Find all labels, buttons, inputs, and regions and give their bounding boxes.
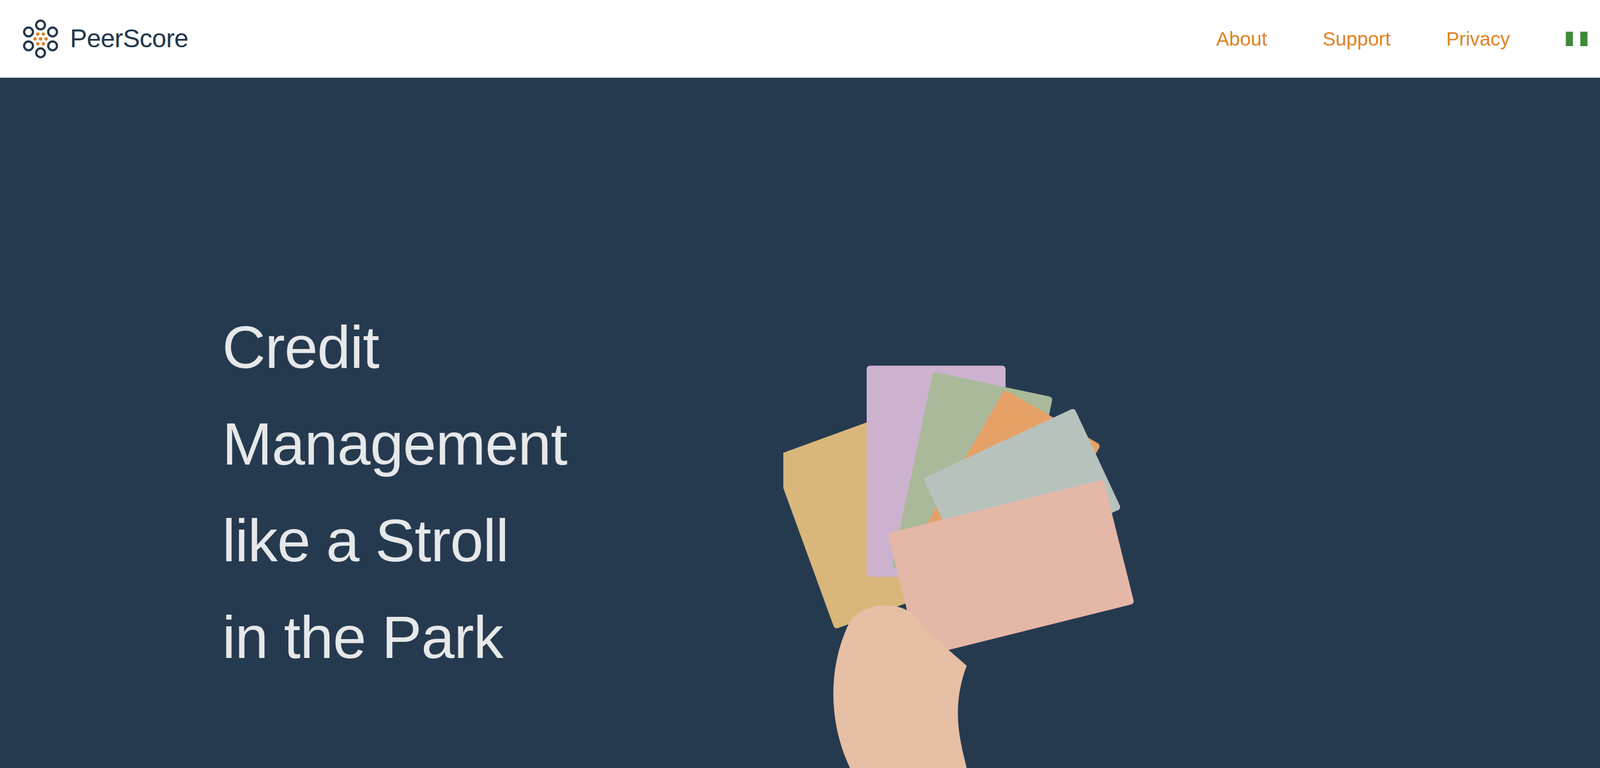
nav-list: About Support Privacy xyxy=(1216,23,1510,54)
nav-link[interactable]: Support xyxy=(1322,23,1392,54)
nav-link[interactable]: Privacy xyxy=(1446,23,1510,54)
hero-section: CreditManagementlike a Strollin the Park xyxy=(0,77,1600,768)
main-nav: About Support Privacy xyxy=(1216,23,1588,54)
hero-title-line: in the Park xyxy=(222,588,784,686)
hero-title-line: Credit xyxy=(222,298,784,396)
logo-icon xyxy=(20,18,62,60)
flag-icon[interactable] xyxy=(1565,31,1588,47)
brand-name: PeerScore xyxy=(70,23,189,54)
hero-photo-area xyxy=(783,77,1150,768)
top-bar: PeerScore About Support Privacy xyxy=(0,0,1600,78)
hero-heading: CreditManagementlike a Strollin the Park xyxy=(0,77,784,768)
hero-title-line: like a Stroll xyxy=(222,492,784,589)
money-photo xyxy=(783,365,1150,768)
nav-link[interactable]: About xyxy=(1216,23,1267,54)
brand-logo[interactable]: PeerScore xyxy=(20,18,189,60)
hero-title-line: Management xyxy=(222,395,784,493)
